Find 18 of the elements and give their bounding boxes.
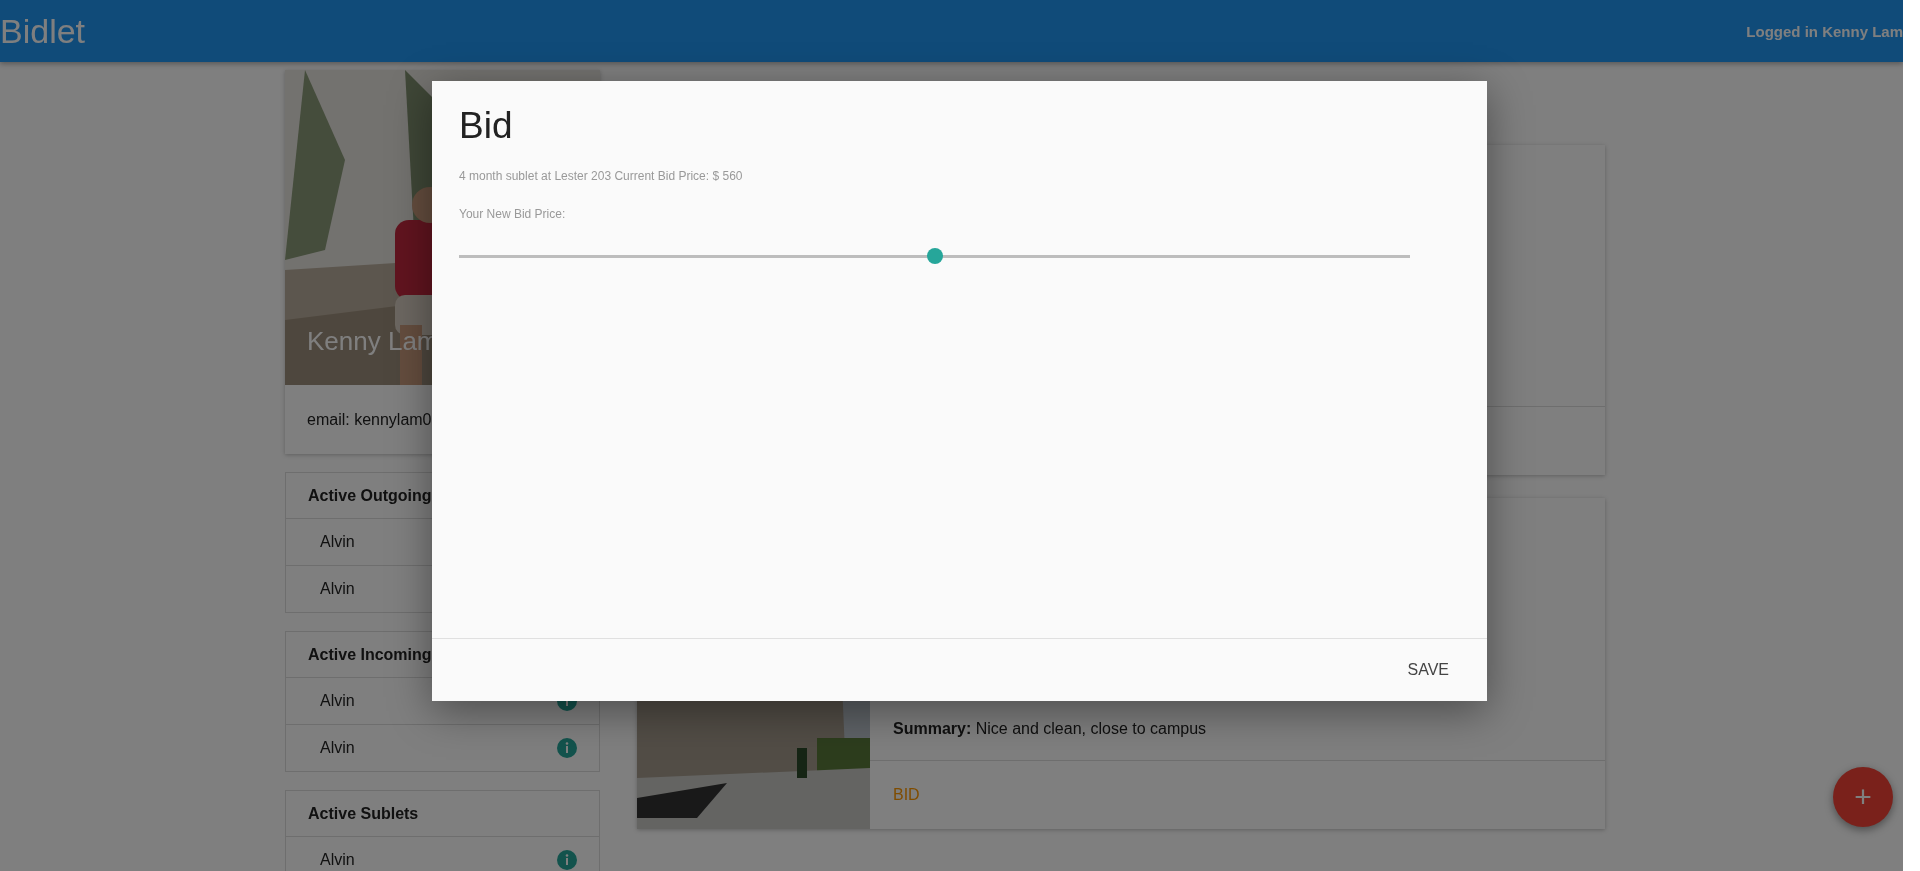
item-name: Alvin bbox=[320, 692, 355, 710]
add-button[interactable]: + bbox=[1833, 767, 1893, 827]
item-name: Alvin bbox=[320, 580, 355, 598]
slider-label: Your New Bid Price: bbox=[459, 207, 567, 221]
item-name: Alvin bbox=[320, 851, 355, 869]
slider-thumb[interactable] bbox=[926, 248, 943, 264]
item-name: Alvin bbox=[320, 739, 355, 757]
dialog-title: Bid bbox=[459, 105, 514, 147]
list-heading: Active Sublets bbox=[286, 791, 599, 837]
list-item[interactable]: Alvin bbox=[286, 725, 599, 771]
listing-summary: Summary: Nice and clean, close to campus bbox=[893, 720, 1208, 738]
item-name: Alvin bbox=[320, 533, 355, 551]
save-button[interactable]: SAVE bbox=[1397, 653, 1459, 687]
profile-email: email: kennylam0 bbox=[306, 409, 433, 430]
price-slider-track[interactable] bbox=[459, 248, 1410, 264]
list-item[interactable]: Alvin bbox=[286, 837, 599, 871]
login-status: Logged in Kenny Lam bbox=[1746, 22, 1903, 40]
dialog-subtitle: 4 month sublet at Lester 203 Current Bid Price: $ 560 bbox=[459, 169, 744, 183]
